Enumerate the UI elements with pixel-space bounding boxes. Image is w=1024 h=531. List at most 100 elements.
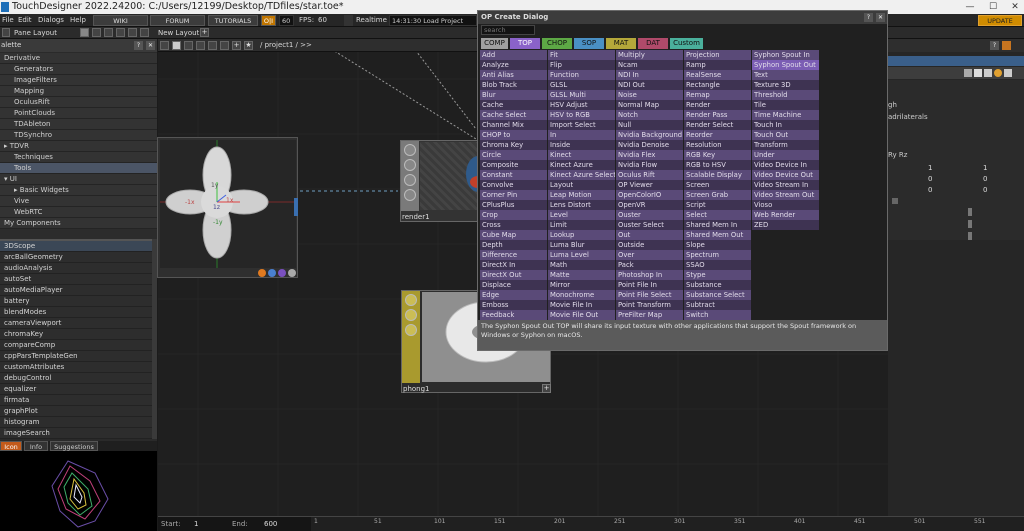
operator-item[interactable]: Luma Level bbox=[548, 250, 615, 260]
operator-item[interactable]: RGB to HSV bbox=[684, 160, 751, 170]
operator-item[interactable]: Slope bbox=[684, 240, 751, 250]
operator-item[interactable]: Chroma Key bbox=[480, 140, 547, 150]
operator-item[interactable]: Projection bbox=[684, 50, 751, 60]
operator-item[interactable]: Convolve bbox=[480, 180, 547, 190]
start-value[interactable]: 1 bbox=[194, 520, 198, 528]
operator-item[interactable]: RealSense bbox=[684, 70, 751, 80]
layout-1-icon[interactable] bbox=[80, 28, 89, 37]
lock-icon[interactable] bbox=[404, 174, 416, 186]
operator-item[interactable]: NDI In bbox=[616, 70, 683, 80]
pane-layout-label[interactable]: Pane Layout bbox=[14, 27, 57, 39]
add-layout-icon[interactable]: + bbox=[200, 28, 209, 37]
component-item[interactable]: autoMediaPlayer bbox=[0, 285, 152, 296]
operator-item[interactable]: Out bbox=[616, 230, 683, 240]
star-icon[interactable]: ★ bbox=[244, 41, 253, 50]
operator-item[interactable]: Tile bbox=[752, 100, 819, 110]
operator-item[interactable]: Depth bbox=[480, 240, 547, 250]
palette-tree-item[interactable]: ImageFilters bbox=[0, 75, 157, 86]
bypass-icon[interactable] bbox=[405, 309, 417, 321]
operator-item[interactable]: Rectangle bbox=[684, 80, 751, 90]
operator-item[interactable]: Level bbox=[548, 210, 615, 220]
operator-item[interactable]: In bbox=[548, 130, 615, 140]
operator-item[interactable]: Touch In bbox=[752, 120, 819, 130]
network-path[interactable]: / project1 / >> bbox=[260, 39, 312, 51]
operator-item[interactable]: Threshold bbox=[752, 90, 819, 100]
component-item[interactable]: 3DScope bbox=[0, 241, 152, 252]
op-search-input[interactable]: search bbox=[481, 25, 535, 35]
component-item[interactable]: compareComp bbox=[0, 340, 152, 351]
operator-item[interactable]: Screen bbox=[684, 180, 751, 190]
palette-tree-item[interactable]: PointClouds bbox=[0, 108, 157, 119]
operator-item[interactable]: Ramp bbox=[684, 60, 751, 70]
palette-tree-item[interactable]: Tools bbox=[0, 163, 157, 174]
tab-mat[interactable]: MAT bbox=[606, 38, 636, 49]
palette-tree-item[interactable]: Mapping bbox=[0, 86, 157, 97]
pane-menu-icon[interactable] bbox=[2, 28, 10, 37]
operator-item[interactable]: Screen Grab bbox=[684, 190, 751, 200]
component-item[interactable]: imageSearch bbox=[0, 428, 152, 439]
component-item[interactable]: firmata bbox=[0, 395, 152, 406]
component-item[interactable]: customAttributes bbox=[0, 362, 152, 373]
operator-item[interactable]: Channel Mix bbox=[480, 120, 547, 130]
operator-item[interactable]: Lookup bbox=[548, 230, 615, 240]
component-item[interactable]: arcBallGeometry bbox=[0, 252, 152, 263]
timeline-ruler[interactable]: 1 51 101 151 201 251 301 351 401 451 501… bbox=[311, 517, 1024, 531]
lock-icon[interactable] bbox=[984, 69, 992, 77]
menu-edit[interactable]: Edit bbox=[18, 14, 32, 27]
operator-item[interactable]: Monochrome bbox=[548, 290, 615, 300]
operator-item[interactable]: Notch bbox=[616, 110, 683, 120]
menu-file[interactable]: File bbox=[2, 14, 14, 27]
dialog-help-icon[interactable]: ? bbox=[864, 13, 873, 22]
operator-item[interactable]: Substance Select bbox=[684, 290, 751, 300]
tab-comp[interactable]: COMP bbox=[481, 38, 508, 49]
param-color-icon[interactable] bbox=[1002, 41, 1011, 50]
viewer-icon[interactable] bbox=[405, 294, 417, 306]
operator-item[interactable]: Outside bbox=[616, 240, 683, 250]
component-item[interactable]: autoSet bbox=[0, 274, 152, 285]
operator-item[interactable]: Cross bbox=[480, 220, 547, 230]
operator-item[interactable]: Emboss bbox=[480, 300, 547, 310]
operator-item[interactable]: NDI Out bbox=[616, 80, 683, 90]
operator-item[interactable]: Resolution bbox=[684, 140, 751, 150]
palette-tree-item[interactable]: My Components bbox=[0, 218, 157, 229]
node-flag-icon[interactable] bbox=[288, 269, 296, 277]
component-item[interactable]: cppParsTemplateGen bbox=[0, 351, 152, 362]
operator-item[interactable]: OpenVR bbox=[616, 200, 683, 210]
operator-item[interactable]: PreFilter Map bbox=[616, 310, 683, 320]
param-value[interactable]: 0 bbox=[983, 186, 987, 194]
operator-item[interactable]: Vioso bbox=[752, 200, 819, 210]
palette-close-icon[interactable]: ✕ bbox=[146, 41, 155, 50]
operator-item[interactable]: Ncam bbox=[616, 60, 683, 70]
operator-item[interactable]: Matte bbox=[548, 270, 615, 280]
tab-dat[interactable]: DAT bbox=[638, 38, 668, 49]
param-value[interactable]: 1 bbox=[983, 164, 987, 172]
param-help-icon[interactable]: ? bbox=[990, 41, 999, 50]
lock-icon[interactable] bbox=[405, 324, 417, 336]
operator-item[interactable]: Lens Distort bbox=[548, 200, 615, 210]
operator-item[interactable]: Stype bbox=[684, 270, 751, 280]
palette-tree-item[interactable]: WebRTC bbox=[0, 207, 157, 218]
node-flag-icon[interactable] bbox=[268, 269, 276, 277]
operator-item[interactable]: Movie File In bbox=[548, 300, 615, 310]
palette-help-icon[interactable]: ? bbox=[134, 41, 143, 50]
operator-item[interactable]: Composite bbox=[480, 160, 547, 170]
maximize-button[interactable]: ☐ bbox=[982, 0, 1004, 14]
node-flag-icon[interactable] bbox=[278, 269, 286, 277]
operator-item[interactable]: DirectX Out bbox=[480, 270, 547, 280]
palette-tree-item[interactable]: Derivative bbox=[0, 53, 157, 64]
operator-item[interactable]: Video Stream Out bbox=[752, 190, 819, 200]
operator-item[interactable]: Pack bbox=[616, 260, 683, 270]
layout-3-icon[interactable] bbox=[104, 28, 113, 37]
operator-item[interactable]: RGB Key bbox=[684, 150, 751, 160]
operator-item[interactable]: Syphon Spout In bbox=[752, 50, 819, 60]
component-item[interactable]: blendModes bbox=[0, 307, 152, 318]
phong-node-label[interactable]: phong1 bbox=[403, 384, 430, 394]
operator-item[interactable]: CHOP to bbox=[480, 130, 547, 140]
tab-chop[interactable]: CHOP bbox=[542, 38, 572, 49]
forum-button[interactable]: FORUM bbox=[150, 15, 205, 26]
add-icon[interactable]: + bbox=[232, 41, 241, 50]
component-item[interactable]: battery bbox=[0, 296, 152, 307]
operator-item[interactable]: Render bbox=[684, 100, 751, 110]
tab-top[interactable]: TOP bbox=[510, 38, 540, 49]
component-item[interactable]: graphPlot bbox=[0, 406, 152, 417]
